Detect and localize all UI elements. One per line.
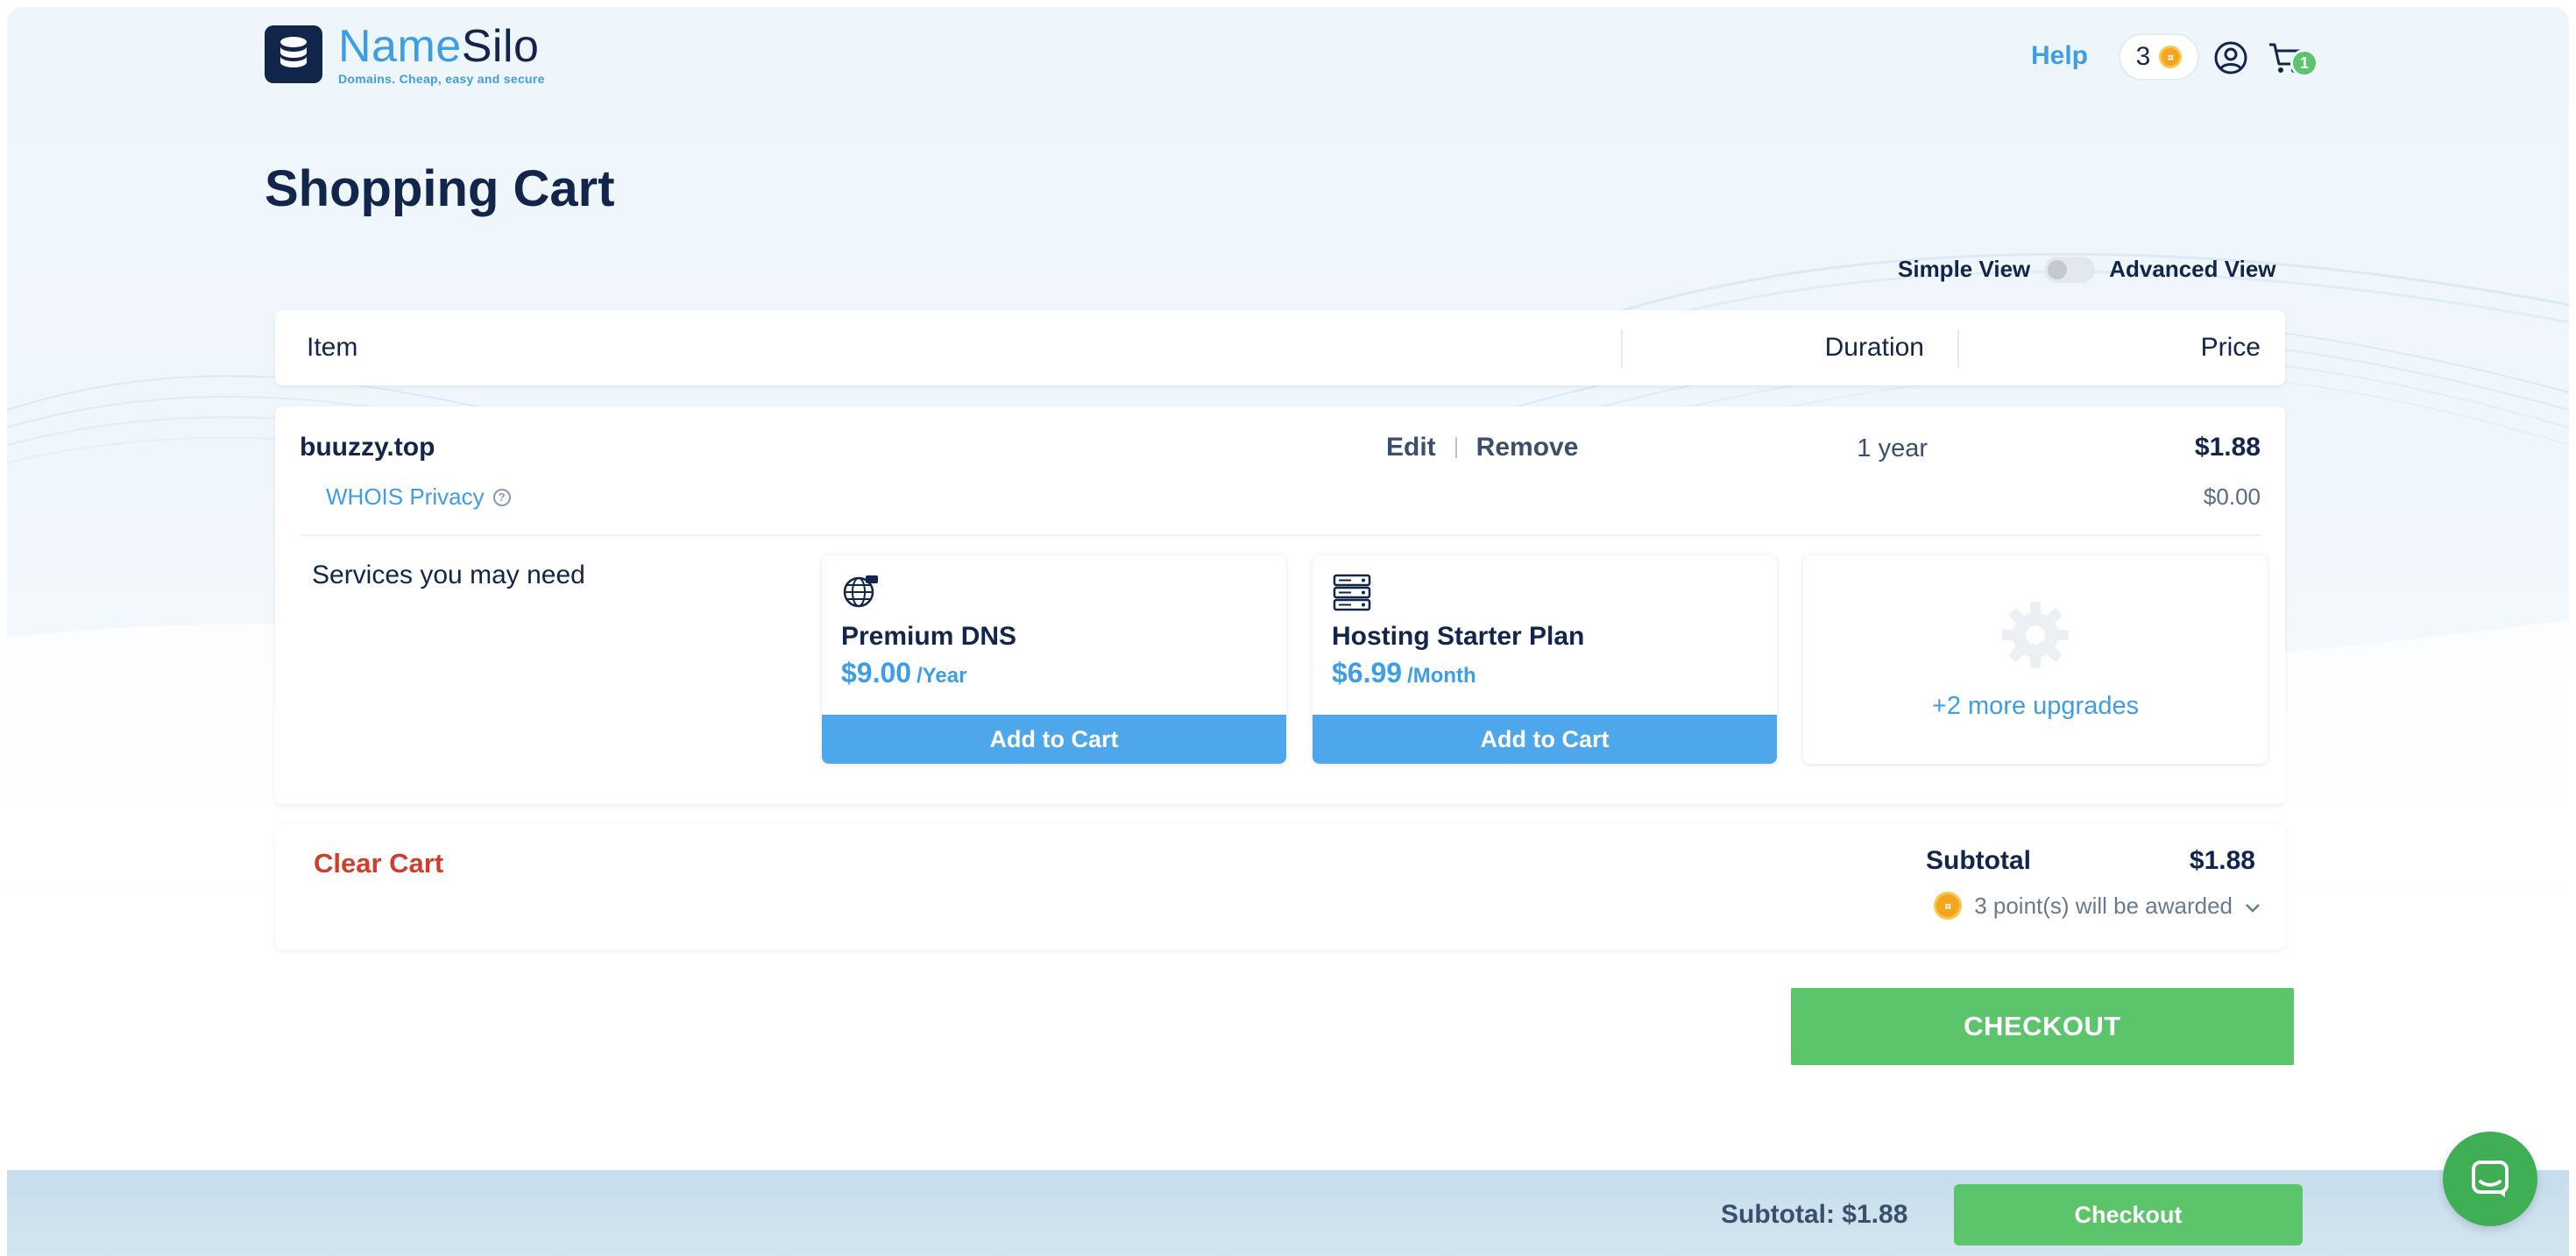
divider (300, 534, 2261, 536)
chat-bubble-icon[interactable] (2443, 1132, 2537, 1226)
clear-cart-button[interactable]: Clear Cart (314, 848, 443, 879)
database-logo-icon (265, 25, 322, 83)
chevron-down-icon (2245, 893, 2261, 920)
coin-icon: ¤ (2159, 46, 2183, 68)
cart-item-card: buuzzy.top Edit Remove 1 year $1.88 WHOI… (275, 406, 2285, 804)
more-upgrades-card[interactable]: +2 more upgrades (1803, 555, 2268, 764)
column-divider (1621, 329, 1623, 368)
item-column-header: Item (307, 333, 358, 362)
action-divider (1454, 437, 1457, 458)
view-toggle: Simple View Advanced View (1898, 256, 2276, 283)
edit-link[interactable]: Edit (1386, 433, 1436, 462)
server-icon (1332, 573, 1372, 617)
globe-icon (841, 573, 880, 616)
item-price: $1.88 (2194, 433, 2261, 462)
service-name: Hosting Starter Plan (1332, 622, 1585, 651)
points-awarded-dropdown[interactable]: ¤ 3 point(s) will be awarded (1934, 892, 2261, 920)
whois-privacy-addon[interactable]: WHOIS Privacy ? (326, 483, 511, 511)
advanced-view-label: Advanced View (2109, 256, 2276, 282)
domain-name: buuzzy.top (300, 433, 435, 462)
item-duration[interactable]: 1 year (1857, 434, 1928, 463)
service-price: $9.00/Year (841, 657, 967, 688)
service-name: Premium DNS (841, 622, 1017, 651)
add-hosting-starter-button[interactable]: Add to Cart (1313, 715, 1777, 764)
gear-icon (1999, 598, 2072, 676)
duration-column-header: Duration (1824, 333, 1924, 362)
more-upgrades-link[interactable]: +2 more upgrades (1932, 692, 2139, 721)
view-switch[interactable] (2044, 256, 2096, 283)
whois-privacy-label: WHOIS Privacy (326, 483, 485, 510)
cart-table-header: Item Duration Price (275, 310, 2285, 385)
item-actions: Edit Remove (1386, 433, 1578, 462)
switch-knob (2048, 259, 2068, 279)
whois-privacy-price: $0.00 (2203, 483, 2261, 510)
cart-count-badge: 1 (2290, 49, 2318, 77)
service-card-hosting-starter: Hosting Starter Plan $6.99/Month Add to … (1313, 555, 1777, 764)
service-card-premium-dns: Premium DNS $9.00/Year Add to Cart (822, 555, 1286, 764)
simple-view-label: Simple View (1898, 256, 2031, 282)
bottom-checkout-button[interactable]: Checkout (1954, 1184, 2303, 1245)
logo-tagline: Domains. Cheap, easy and secure (338, 72, 545, 86)
points-awarded-text: 3 point(s) will be awarded (1974, 892, 2233, 919)
points-count: 3 (2135, 42, 2151, 71)
bottom-subtotal: Subtotal: $1.88 (1721, 1200, 1908, 1229)
remove-link[interactable]: Remove (1476, 433, 1579, 462)
help-question-icon[interactable]: ? (492, 488, 511, 506)
subtotal-label: Subtotal (1926, 846, 2031, 875)
coin-icon: ¤ (1934, 892, 1963, 920)
help-link[interactable]: Help (2031, 41, 2088, 71)
services-label: Services you may need (312, 561, 585, 589)
subtotal-value: $1.88 (2189, 846, 2255, 875)
service-price: $6.99/Month (1332, 657, 1476, 688)
column-divider (1957, 329, 1959, 368)
add-premium-dns-button[interactable]: Add to Cart (822, 715, 1286, 764)
price-column-header: Price (2200, 333, 2261, 362)
page-title: Shopping Cart (265, 160, 615, 217)
user-account-icon[interactable] (2213, 40, 2248, 80)
checkout-button[interactable]: CHECKOUT (1791, 988, 2294, 1065)
logo-name: NameSilo (338, 21, 540, 72)
cart-summary-card: Clear Cart Subtotal $1.88 ¤ 3 point(s) w… (275, 823, 2285, 949)
namesilo-logo[interactable]: NameSilo Domains. Cheap, easy and secure (265, 23, 545, 86)
points-badge[interactable]: 3 ¤ (2119, 33, 2199, 81)
